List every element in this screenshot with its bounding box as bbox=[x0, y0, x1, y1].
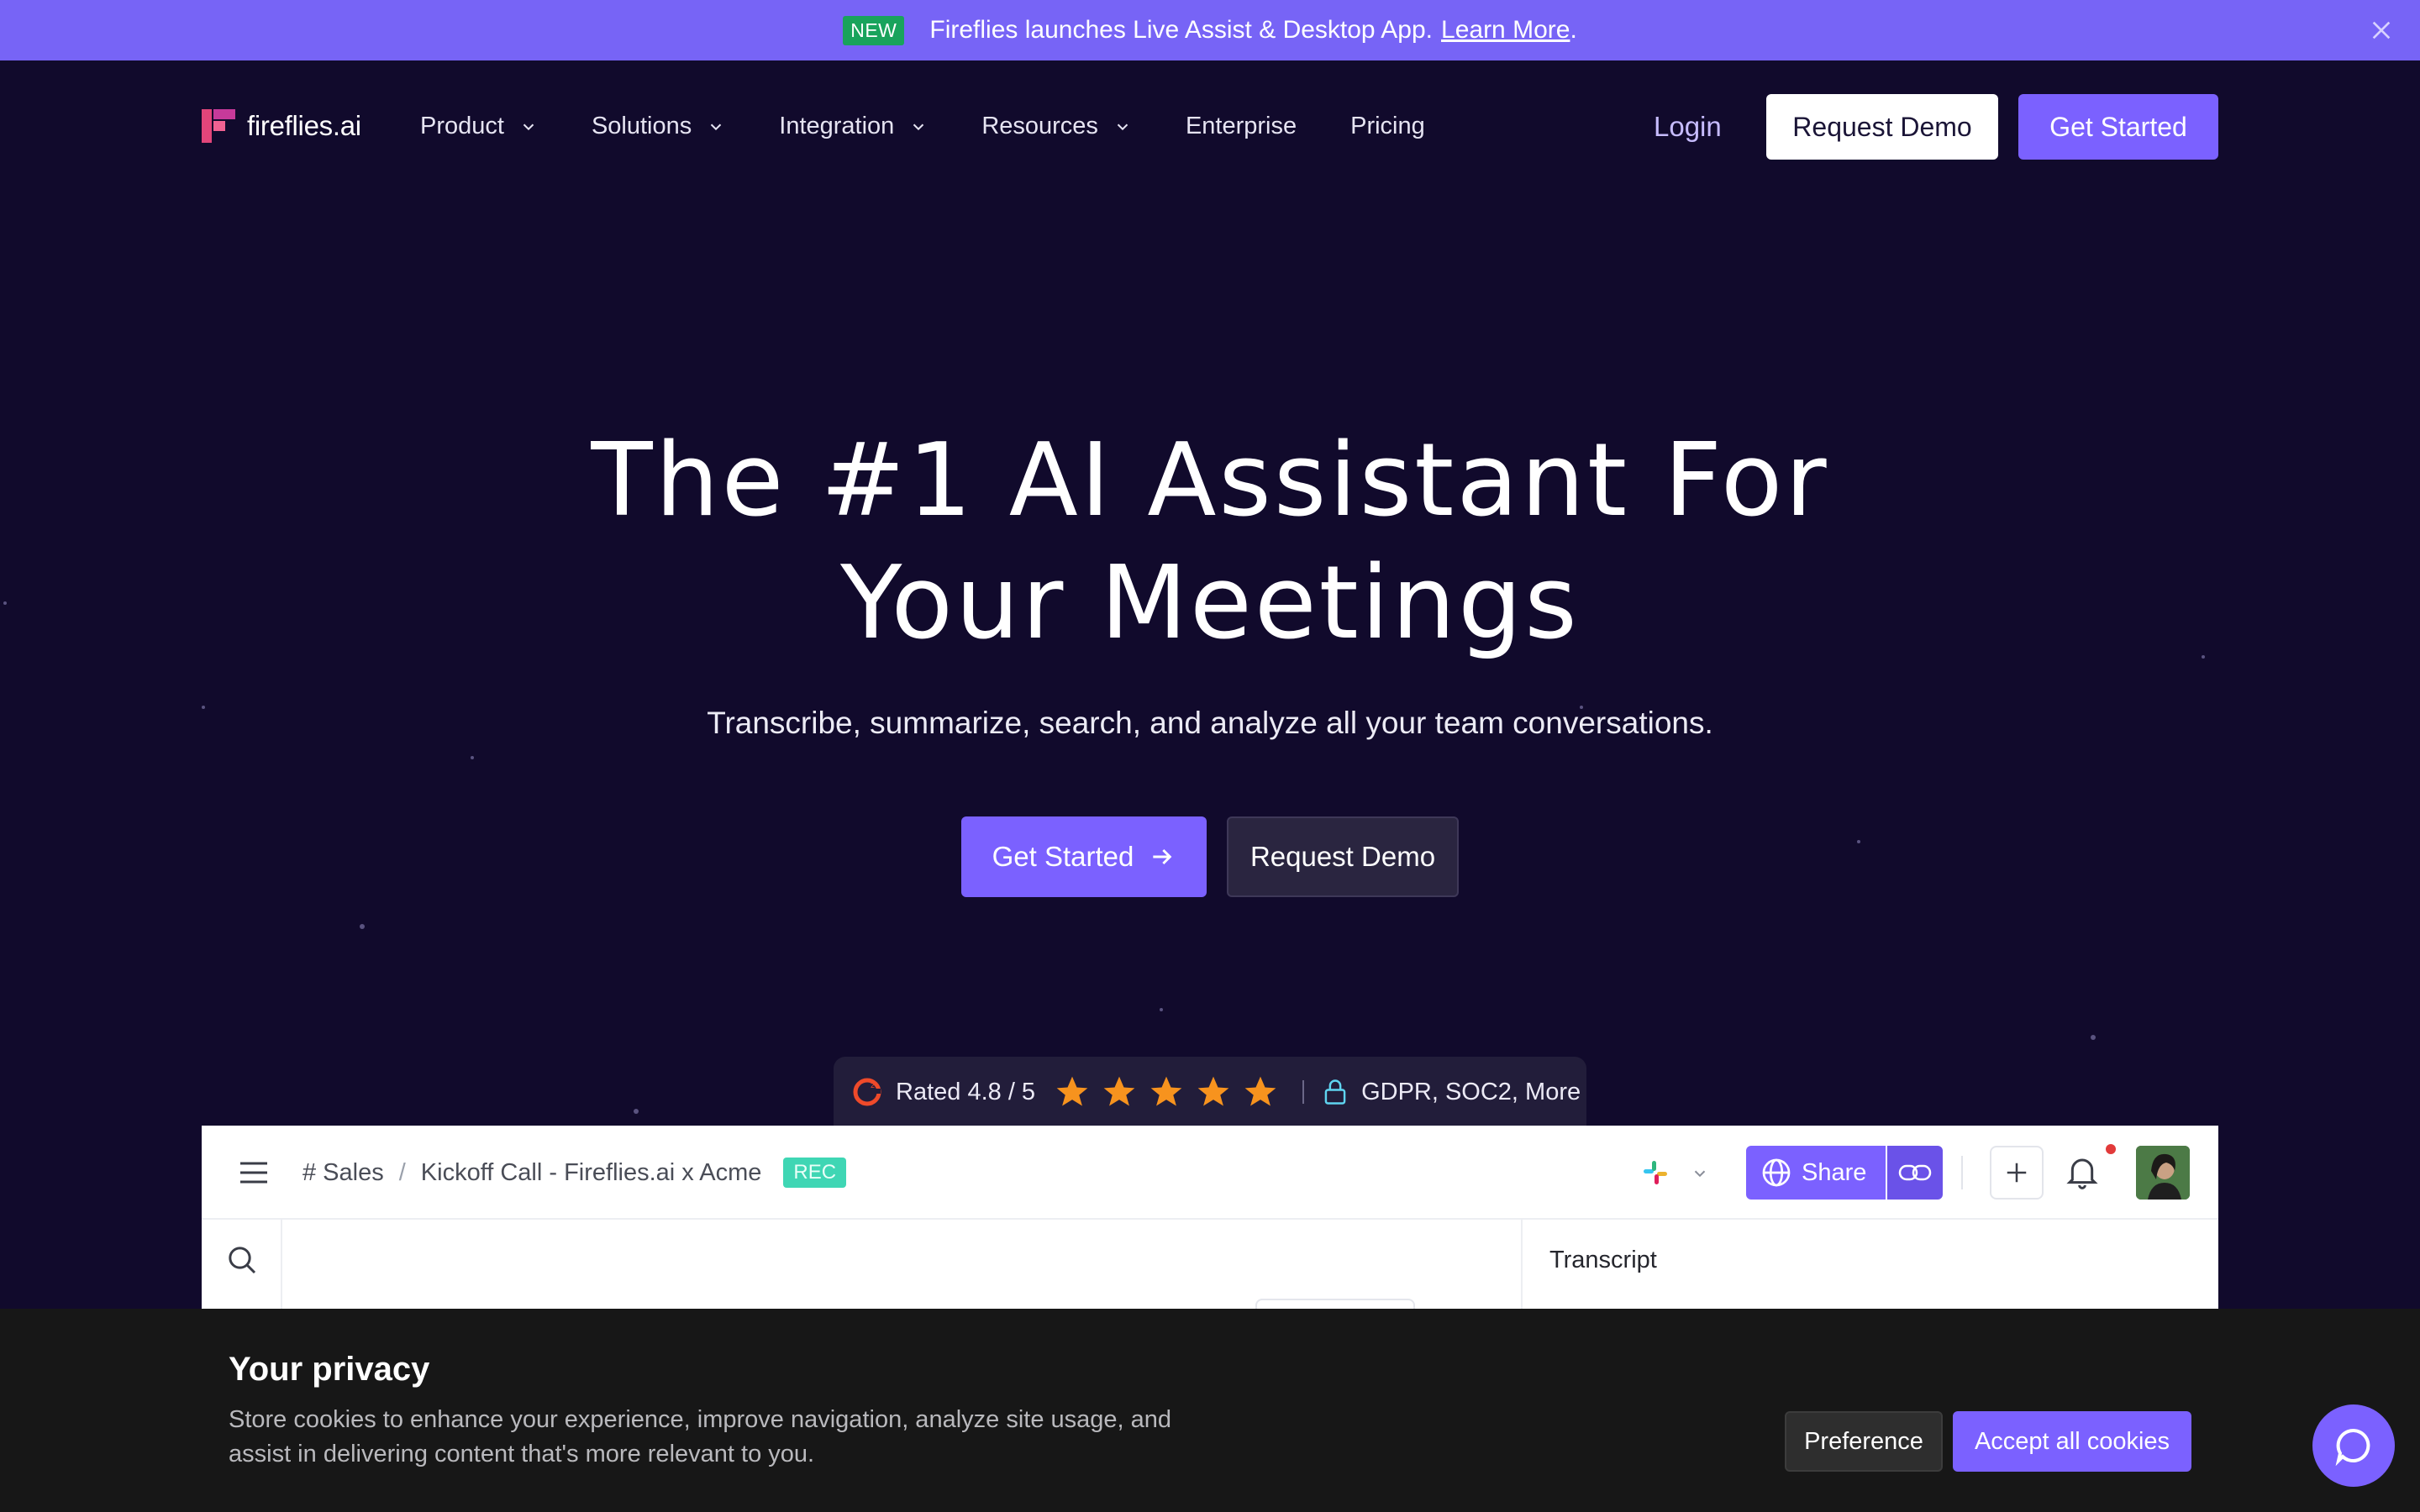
menu-icon[interactable] bbox=[239, 1159, 269, 1186]
get-started-button[interactable]: Get Started bbox=[2018, 94, 2218, 160]
copy-link-button[interactable] bbox=[1887, 1146, 1943, 1200]
hero-get-started-label: Get Started bbox=[992, 841, 1134, 872]
rating-bar: 2 Rated 4.8 / 5 GDPR, SOC2, More bbox=[834, 1057, 1586, 1127]
menu-enterprise-label: Enterprise bbox=[1185, 113, 1297, 139]
star-icon bbox=[1103, 1076, 1135, 1106]
hero-request-demo-button[interactable]: Request Demo bbox=[1227, 816, 1459, 897]
breadcrumb-channel[interactable]: # Sales bbox=[302, 1159, 384, 1187]
svg-text:2: 2 bbox=[871, 1081, 875, 1089]
link-icon bbox=[1898, 1164, 1932, 1181]
chevron-down-icon[interactable] bbox=[1691, 1164, 1709, 1183]
close-icon[interactable] bbox=[2368, 17, 2395, 44]
request-demo-button[interactable]: Request Demo bbox=[1766, 94, 1998, 160]
chat-icon bbox=[2335, 1428, 2370, 1466]
slack-icon[interactable] bbox=[1640, 1158, 1670, 1188]
star-icon bbox=[1056, 1076, 1088, 1106]
announcement-bar: NEW Fireflies launches Live Assist & Des… bbox=[0, 0, 2420, 60]
search-icon[interactable] bbox=[225, 1243, 259, 1277]
menu-pricing-label: Pricing bbox=[1350, 113, 1425, 139]
chevron-down-icon bbox=[523, 123, 534, 130]
rec-badge: REC bbox=[783, 1158, 847, 1188]
breadcrumb-separator: / bbox=[398, 1158, 406, 1186]
avatar[interactable] bbox=[2136, 1146, 2190, 1200]
globe-icon bbox=[1762, 1158, 1791, 1187]
menu-product-label: Product bbox=[420, 113, 504, 139]
chat-button[interactable] bbox=[2312, 1404, 2395, 1487]
fireflies-logo[interactable]: fireflies.ai bbox=[202, 109, 361, 143]
cookie-title: Your privacy bbox=[229, 1351, 430, 1388]
g2-logo-icon: 2 bbox=[853, 1078, 881, 1106]
fireflies-logo-icon bbox=[202, 109, 235, 143]
announcement-suffix: . bbox=[1570, 16, 1577, 44]
new-badge: NEW bbox=[843, 15, 905, 45]
share-button[interactable]: Share bbox=[1746, 1146, 1886, 1200]
cookie-banner: Your privacy Store cookies to enhance yo… bbox=[0, 1309, 2420, 1512]
hero-title: The #1 AI Assistant For Your Meetings bbox=[454, 420, 1966, 665]
menu-resources-label: Resources bbox=[981, 113, 1098, 139]
chevron-down-icon bbox=[913, 123, 924, 130]
compliance-text: GDPR, SOC2, More bbox=[1361, 1078, 1581, 1105]
breadcrumb-meeting: Kickoff Call - Fireflies.ai x Acme bbox=[420, 1158, 762, 1186]
menu-product[interactable]: Product bbox=[420, 113, 538, 140]
menu-solutions[interactable]: Solutions bbox=[592, 113, 725, 140]
hero-title-line2: Your Meetings bbox=[840, 545, 1580, 662]
panel-divider bbox=[1521, 1220, 1523, 1310]
bell-icon[interactable] bbox=[2065, 1154, 2099, 1191]
rating-stars bbox=[1054, 1074, 1289, 1110]
share-label: Share bbox=[1802, 1158, 1867, 1186]
menu-pricing[interactable]: Pricing bbox=[1350, 113, 1425, 140]
hero-get-started-button[interactable]: Get Started bbox=[961, 816, 1207, 897]
add-button[interactable] bbox=[1990, 1146, 2044, 1200]
chevron-down-icon bbox=[711, 123, 722, 130]
top-nav: fireflies.ai Product Solutions Integrati… bbox=[0, 60, 2420, 195]
cookie-text: Store cookies to enhance your experience… bbox=[229, 1406, 1172, 1467]
menu-resources[interactable]: Resources bbox=[981, 113, 1132, 140]
rating-text: Rated 4.8 / 5 bbox=[896, 1078, 1036, 1105]
app-preview: # Sales / Kickoff Call - Fireflies.ai x … bbox=[202, 1126, 2218, 1310]
login-link[interactable]: Login bbox=[1654, 111, 1722, 143]
avatar-image bbox=[2136, 1146, 2190, 1200]
hero-title-line1: The #1 AI Assistant For bbox=[591, 423, 1829, 539]
arrow-right-icon bbox=[1153, 848, 1172, 865]
menu-integration[interactable]: Integration bbox=[779, 113, 928, 140]
learn-more-link[interactable]: Learn More bbox=[1441, 16, 1570, 45]
plus-icon bbox=[2007, 1163, 2027, 1183]
breadcrumb: # Sales / Kickoff Call - Fireflies.ai x … bbox=[302, 1158, 847, 1188]
main-menu: Product Solutions Integration Resources … bbox=[420, 113, 1479, 140]
lock-icon bbox=[1324, 1079, 1346, 1105]
logo-text: fireflies.ai bbox=[247, 110, 361, 141]
app-sidebar bbox=[202, 1220, 282, 1310]
notification-dot bbox=[2106, 1144, 2116, 1154]
hero-subtitle: Transcribe, summarize, search, and analy… bbox=[707, 706, 1713, 740]
chevron-down-icon bbox=[1117, 123, 1128, 130]
menu-solutions-label: Solutions bbox=[591, 113, 692, 139]
app-header: # Sales / Kickoff Call - Fireflies.ai x … bbox=[202, 1126, 2218, 1220]
transcript-panel-title: Transcript bbox=[1549, 1247, 1657, 1273]
announcement-text: Fireflies launches Live Assist & Desktop… bbox=[929, 16, 1434, 44]
star-icon bbox=[1150, 1076, 1182, 1106]
menu-integration-label: Integration bbox=[779, 113, 895, 139]
star-icon bbox=[1197, 1076, 1229, 1106]
rating-separator bbox=[1302, 1080, 1305, 1104]
header-divider bbox=[1961, 1156, 1963, 1189]
preference-button[interactable]: Preference bbox=[1785, 1411, 1943, 1472]
menu-enterprise[interactable]: Enterprise bbox=[1186, 113, 1297, 140]
star-icon bbox=[1244, 1076, 1276, 1106]
accept-cookies-button[interactable]: Accept all cookies bbox=[1953, 1411, 2191, 1472]
